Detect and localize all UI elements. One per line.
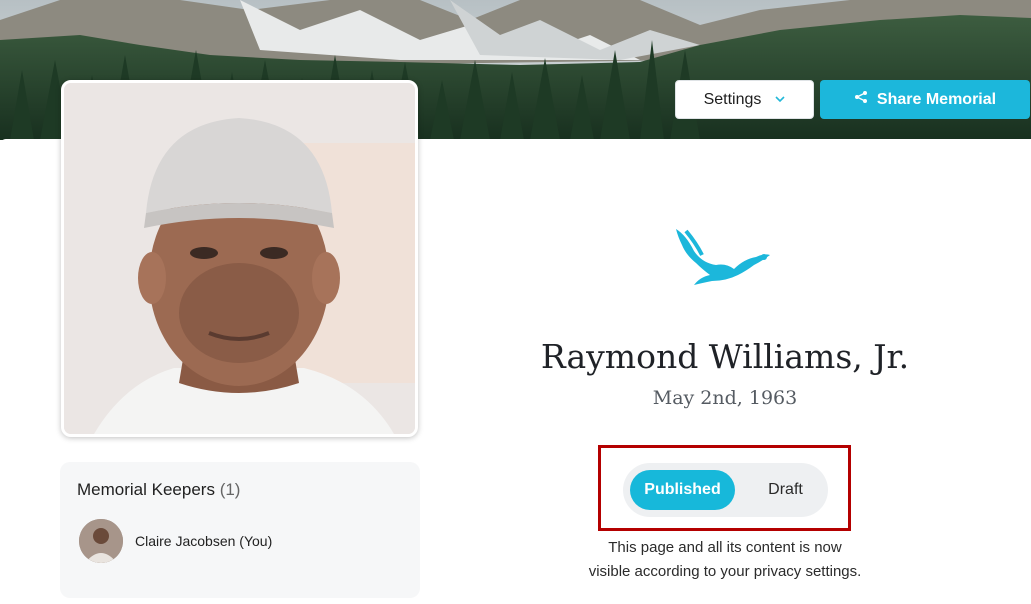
page-title: Raymond Williams, Jr. [540, 337, 910, 376]
settings-label: Settings [703, 90, 762, 108]
share-label: Share Memorial [876, 90, 997, 108]
settings-button[interactable]: Settings [675, 80, 814, 119]
eagle-icon [672, 225, 774, 287]
keepers-title: Memorial Keepers [77, 480, 215, 499]
avatar[interactable] [79, 519, 123, 563]
draft-option[interactable]: Draft [748, 470, 823, 510]
birth-date: May 2nd, 1963 [652, 387, 798, 409]
published-option[interactable]: Published [630, 470, 735, 510]
status-line-1: This page and all its content is now [608, 539, 842, 556]
publish-toggle[interactable]: Published Draft [623, 463, 828, 517]
share-icon [854, 90, 868, 109]
keepers-heading: Memorial Keepers (1) [77, 480, 240, 500]
profile-photo [61, 80, 418, 437]
chevron-down-icon [775, 94, 785, 106]
keepers-count: (1) [219, 480, 241, 499]
keeper-name[interactable]: Claire Jacobsen (You) [135, 533, 272, 549]
memorial-keepers-panel: Memorial Keepers (1) Claire Jacobsen (Yo… [60, 462, 420, 598]
share-memorial-button[interactable]: Share Memorial [820, 80, 1030, 119]
status-line-2: visible according to your privacy settin… [588, 563, 862, 580]
publish-status-text: This page and all its content is now vis… [560, 536, 890, 584]
